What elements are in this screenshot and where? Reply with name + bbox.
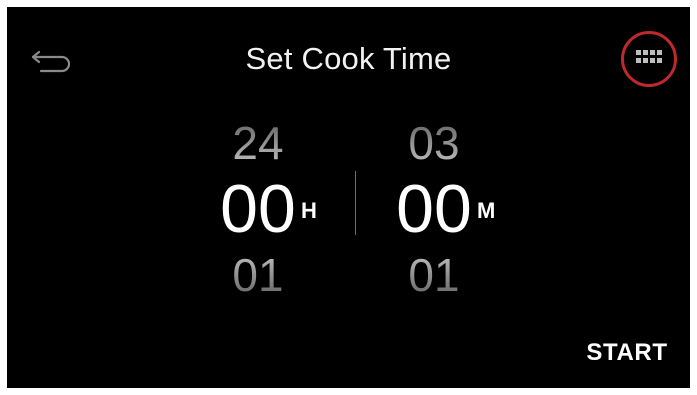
- cook-time-screen: Set Cook Time 24 00 H 01 03 00 M 01 STAR…: [7, 7, 690, 388]
- hours-next-value[interactable]: 01: [208, 248, 308, 302]
- minutes-unit-label: M: [477, 198, 496, 223]
- hours-unit-label: H: [301, 198, 317, 223]
- hours-current-value[interactable]: 00: [208, 170, 308, 248]
- minutes-next-value[interactable]: 01: [384, 248, 484, 302]
- keypad-icon: [636, 50, 662, 63]
- minutes-previous-value[interactable]: 03: [384, 116, 484, 170]
- picker-divider: [355, 171, 356, 235]
- hours-picker[interactable]: 24 00 H 01: [208, 112, 328, 302]
- minutes-current-value[interactable]: 00: [384, 170, 484, 248]
- start-button[interactable]: START: [575, 339, 679, 369]
- keypad-button[interactable]: [621, 31, 677, 87]
- hours-previous-value[interactable]: 24: [208, 116, 308, 170]
- minutes-picker[interactable]: 03 00 M 01: [384, 112, 504, 302]
- page-title: Set Cook Time: [245, 41, 452, 76]
